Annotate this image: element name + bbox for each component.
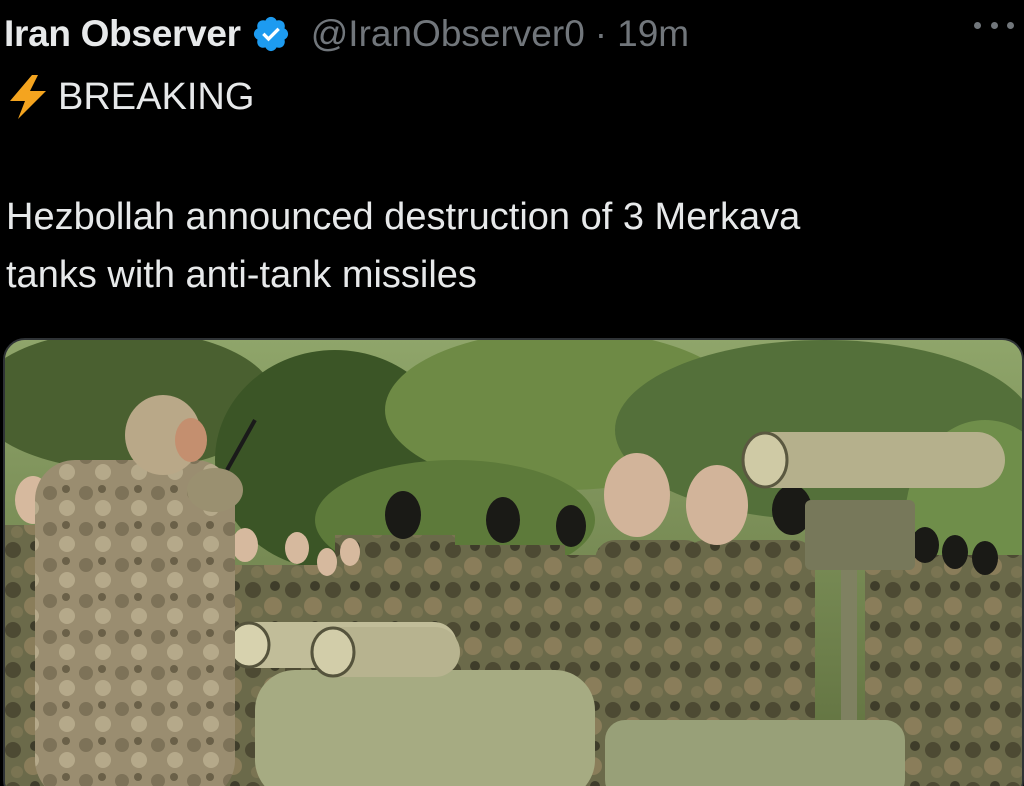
author-name[interactable]: Iran Observer (4, 13, 241, 55)
tweet-text-line-1: Hezbollah announced destruction of 3 Mer… (6, 196, 801, 238)
timestamp[interactable]: 19m (617, 13, 689, 55)
breaking-line: BREAKING (6, 72, 254, 122)
tweet[interactable]: Iran Observer @IranObserver0 · 19m BREAK… (0, 0, 1024, 786)
photo-image (5, 340, 1022, 786)
tweet-text: Hezbollah announced destruction of 3 Mer… (6, 188, 1006, 304)
verified-badge-icon[interactable] (251, 14, 291, 54)
lightning-bolt-icon (6, 74, 50, 120)
tweet-header: Iran Observer @IranObserver0 · 19m (4, 8, 1024, 60)
tweet-text-line-2: tanks with anti-tank missiles (6, 254, 477, 296)
more-horizontal-icon[interactable] (974, 10, 1014, 40)
tweet-photo[interactable] (3, 338, 1024, 786)
breaking-label: BREAKING (58, 75, 255, 118)
author-handle[interactable]: @IranObserver0 (311, 13, 585, 55)
separator-dot: · (594, 13, 608, 54)
